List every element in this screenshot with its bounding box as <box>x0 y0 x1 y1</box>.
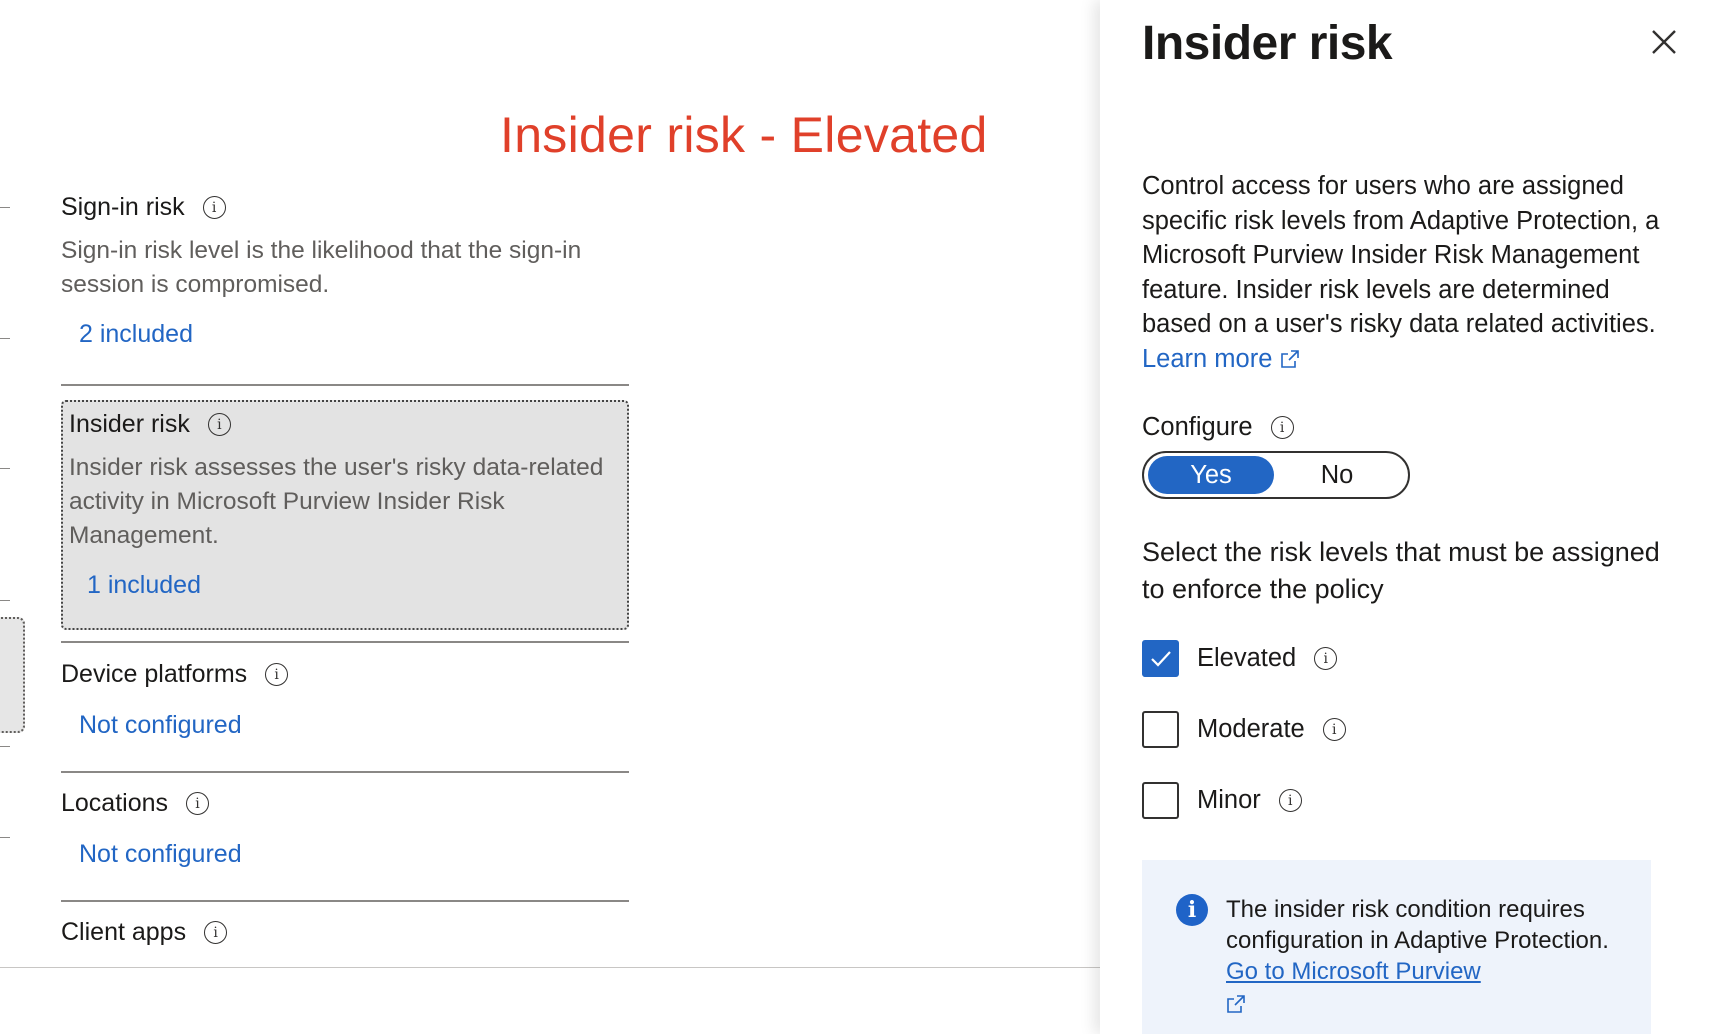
device-platforms-link[interactable]: Not configured <box>61 711 629 740</box>
nav-item-selected-ghost <box>0 617 25 733</box>
condition-device-platforms: Device platforms i Not configured <box>61 660 629 740</box>
divider <box>61 384 629 386</box>
info-icon[interactable]: i <box>1270 416 1294 439</box>
external-link-icon[interactable] <box>1226 993 1246 1020</box>
panel-title: Insider risk <box>1142 17 1393 70</box>
info-icon[interactable]: i <box>1322 718 1346 741</box>
condition-title: Locations <box>61 789 169 817</box>
learn-more-link[interactable]: Learn more <box>1142 345 1272 373</box>
page-edge-tick <box>0 338 10 339</box>
condition-insider-risk: Insider risk i Insider risk assesses the… <box>69 410 619 600</box>
condition-description: Insider risk assesses the user's risky d… <box>69 454 604 549</box>
info-icon[interactable]: i <box>202 196 226 219</box>
elevated-checkbox[interactable] <box>1142 640 1179 677</box>
insider-risk-link[interactable]: 1 included <box>69 571 619 600</box>
risk-level-label: Elevated <box>1197 644 1297 672</box>
info-icon[interactable]: i <box>204 921 228 944</box>
toggle-yes[interactable]: Yes <box>1148 456 1274 494</box>
info-icon[interactable]: i <box>1314 647 1338 670</box>
info-icon[interactable]: i <box>1278 789 1302 812</box>
go-to-purview-link[interactable]: Go to Microsoft Purview <box>1226 958 1481 985</box>
page-edge-tick <box>0 746 10 747</box>
locations-link[interactable]: Not configured <box>61 840 629 869</box>
condition-client-apps: Client apps i <box>61 918 629 947</box>
condition-title: Client apps <box>61 918 187 946</box>
risk-level-moderate: Moderate i <box>1142 711 1346 748</box>
condition-title: Insider risk <box>69 410 190 438</box>
info-icon[interactable]: i <box>186 792 210 815</box>
condition-title: Device platforms <box>61 660 248 688</box>
risk-level-elevated: Elevated i <box>1142 640 1338 677</box>
page-edge-tick <box>0 207 10 208</box>
moderate-checkbox[interactable] <box>1142 711 1179 748</box>
page-edge-tick <box>0 837 10 838</box>
conditions-page: Insider risk - Elevated Sign-in risk i S… <box>0 0 1714 1034</box>
condition-description: Sign-in risk level is the likelihood tha… <box>61 237 582 298</box>
info-message-text: The insider risk condition requires conf… <box>1226 896 1609 954</box>
page-edge-tick <box>0 468 10 469</box>
checkmark-icon <box>1150 650 1171 667</box>
info-icon[interactable]: i <box>207 413 231 436</box>
condition-sign-in-risk: Sign-in risk i Sign-in risk level is the… <box>61 193 629 349</box>
insider-risk-panel: Insider risk Control access for users wh… <box>1100 0 1714 1034</box>
condition-locations: Locations i Not configured <box>61 789 629 869</box>
info-message: The insider risk condition requires conf… <box>1226 894 1631 1022</box>
page-edge-tick <box>0 600 10 601</box>
external-link-icon[interactable] <box>1280 344 1300 379</box>
page-bottom-divider <box>0 967 1100 968</box>
minor-checkbox[interactable] <box>1142 782 1179 819</box>
configure-label: Configure <box>1142 413 1253 441</box>
info-message-bar: i The insider risk condition requires co… <box>1142 860 1651 1034</box>
panel-description: Control access for users who are assigne… <box>1142 169 1682 378</box>
condition-title: Sign-in risk <box>61 193 185 221</box>
divider <box>61 641 629 643</box>
divider <box>61 900 629 902</box>
risk-levels-label: Select the risk levels that must be assi… <box>1142 537 1660 604</box>
risk-level-label: Moderate <box>1197 715 1305 743</box>
risk-level-minor: Minor i <box>1142 782 1302 819</box>
info-filled-icon: i <box>1176 894 1208 926</box>
configure-row: Configure i <box>1142 413 1294 442</box>
risk-level-label: Minor <box>1197 786 1261 814</box>
configure-toggle[interactable]: Yes No <box>1142 451 1410 499</box>
sign-in-risk-link[interactable]: 2 included <box>61 320 629 349</box>
info-icon[interactable]: i <box>265 663 289 686</box>
annotation-title: Insider risk - Elevated <box>500 107 988 163</box>
close-icon[interactable] <box>1648 26 1680 58</box>
divider <box>61 771 629 773</box>
panel-description-text: Control access for users who are assigne… <box>1142 172 1660 338</box>
toggle-no[interactable]: No <box>1274 456 1400 494</box>
